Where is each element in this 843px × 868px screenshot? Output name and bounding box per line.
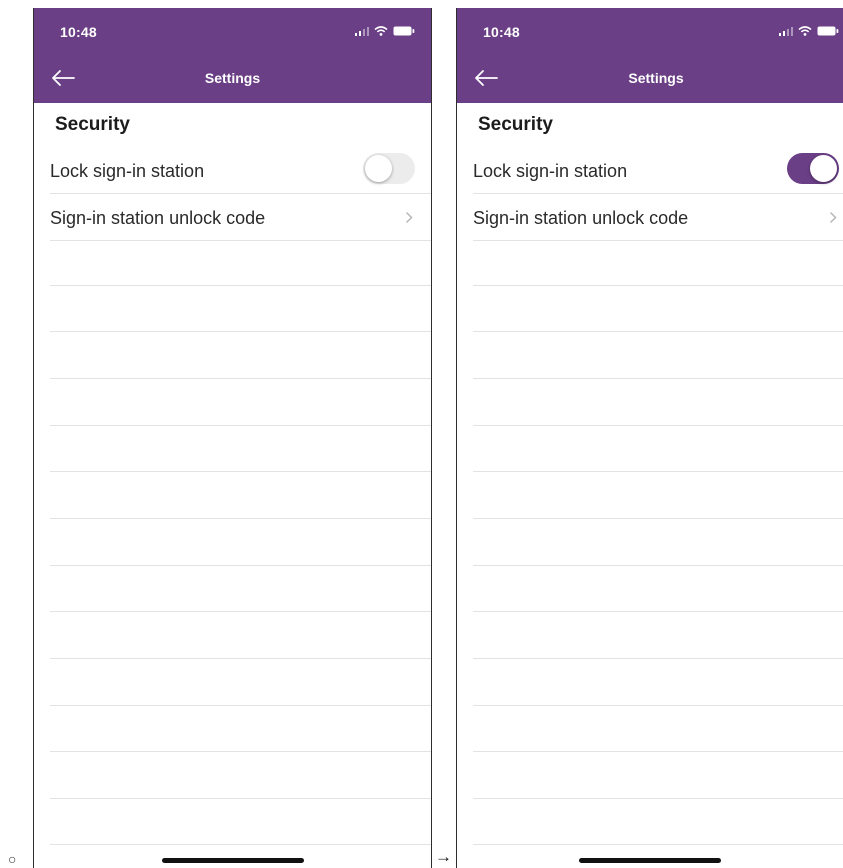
home-indicator[interactable] xyxy=(579,858,721,863)
chevron-right-icon xyxy=(829,211,837,224)
app-header: 10:48 Settings xyxy=(34,8,431,103)
battery-icon xyxy=(393,26,415,36)
empty-row-divider xyxy=(50,425,431,426)
section-title-security: Security xyxy=(55,114,130,135)
empty-row-divider xyxy=(473,378,843,379)
empty-row-divider xyxy=(473,798,843,799)
toggle-knob xyxy=(810,155,837,182)
chevron-right-icon xyxy=(405,211,413,224)
empty-row-divider xyxy=(473,518,843,519)
empty-row-divider xyxy=(50,705,431,706)
empty-row-divider xyxy=(473,331,843,332)
status-icons xyxy=(778,26,840,36)
empty-row-divider xyxy=(50,658,431,659)
empty-row-divider xyxy=(50,844,431,845)
empty-row-divider xyxy=(473,565,843,566)
section-title-security: Security xyxy=(478,114,553,135)
transition-arrow: → xyxy=(435,847,452,866)
empty-row-divider xyxy=(50,798,431,799)
empty-row-divider xyxy=(50,331,431,332)
signal-icon xyxy=(778,27,793,36)
empty-row-divider xyxy=(50,285,431,286)
empty-row-divider xyxy=(50,565,431,566)
lock-sign-in-station-row: Lock sign-in station xyxy=(473,147,843,194)
page-title: Settings xyxy=(628,70,684,86)
empty-row-divider xyxy=(473,471,843,472)
unlock-code-row[interactable]: Sign-in station unlock code xyxy=(473,194,843,241)
signal-icon xyxy=(354,27,369,36)
lock-sign-in-station-toggle[interactable] xyxy=(787,153,839,184)
empty-row-divider xyxy=(50,518,431,519)
empty-row-divider xyxy=(473,751,843,752)
lock-sign-in-station-toggle[interactable] xyxy=(363,153,415,184)
status-time: 10:48 xyxy=(483,24,520,40)
lock-sign-in-station-label: Lock sign-in station xyxy=(50,161,205,181)
toggle-knob xyxy=(365,155,392,182)
empty-row-divider xyxy=(473,285,843,286)
app-header: 10:48 Settings xyxy=(457,8,843,103)
empty-row-divider xyxy=(50,378,431,379)
unlock-code-row[interactable]: Sign-in station unlock code xyxy=(50,194,431,241)
list-bullet: ○ xyxy=(8,851,17,867)
unlock-code-label: Sign-in station unlock code xyxy=(50,208,266,228)
wifi-icon xyxy=(798,26,812,36)
empty-row-divider xyxy=(50,751,431,752)
wifi-icon xyxy=(374,26,388,36)
page-title: Settings xyxy=(204,70,261,86)
home-indicator[interactable] xyxy=(161,858,304,863)
empty-row-divider xyxy=(473,611,843,612)
status-icons xyxy=(354,26,416,36)
phone-screen-before: 10:48 Settings Security Lock sign-in sta… xyxy=(33,8,432,868)
battery-icon xyxy=(817,26,839,36)
empty-row-divider xyxy=(473,658,843,659)
status-time: 10:48 xyxy=(60,24,97,40)
phone-screen-after: 10:48 Settings Security Lock sign-in sta… xyxy=(456,8,843,868)
lock-sign-in-station-label: Lock sign-in station xyxy=(473,161,628,181)
empty-row-divider xyxy=(473,425,843,426)
empty-row-divider xyxy=(50,611,431,612)
empty-row-divider xyxy=(50,471,431,472)
empty-row-divider xyxy=(473,705,843,706)
empty-row-divider xyxy=(473,844,843,845)
unlock-code-label: Sign-in station unlock code xyxy=(473,208,689,228)
lock-sign-in-station-row: Lock sign-in station xyxy=(50,147,431,194)
